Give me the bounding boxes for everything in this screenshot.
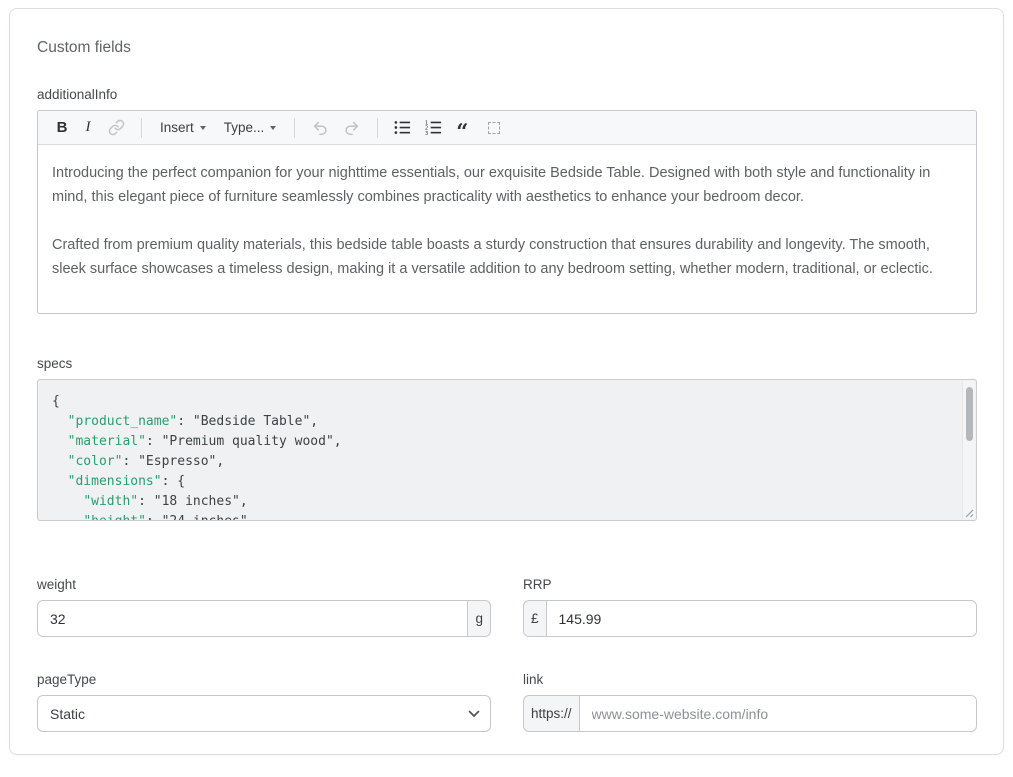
scrollbar-thumb[interactable]: [966, 387, 973, 441]
pageType-select[interactable]: Static: [37, 695, 491, 732]
custom-fields-card: Custom fields additionalInfo B I Insert …: [9, 8, 1004, 755]
additional-info-label: additionalInfo: [37, 87, 977, 102]
rrp-input[interactable]: [546, 600, 977, 637]
weight-unit-addon: g: [467, 600, 491, 637]
blockquote-icon: “: [456, 127, 468, 137]
nonbreaking-space-button[interactable]: [482, 115, 506, 141]
field-additional-info: additionalInfo B I Insert Type...: [37, 87, 977, 314]
undo-button[interactable]: [305, 115, 335, 141]
redo-icon: [343, 119, 361, 137]
rrp-label: RRP: [523, 577, 977, 592]
currency-addon: £: [523, 600, 547, 637]
undo-icon: [311, 119, 329, 137]
toolbar-separator: [294, 118, 295, 138]
field-rrp: RRP £: [523, 577, 977, 637]
insert-dropdown-label: Insert: [160, 120, 194, 135]
editor-paragraph: Crafted from premium quality materials, …: [52, 233, 962, 281]
bold-button[interactable]: B: [50, 115, 74, 141]
specs-textarea[interactable]: { "product_name": "Bedside Table", "mate…: [37, 379, 977, 521]
field-weight: weight g: [37, 577, 491, 637]
weight-input[interactable]: [37, 600, 468, 637]
type-dropdown[interactable]: Type...: [216, 115, 285, 141]
svg-text:3: 3: [425, 131, 428, 136]
specs-code: { "product_name": "Bedside Table", "mate…: [38, 380, 976, 521]
field-link: link https://: [523, 672, 977, 732]
page-type-label: pageType: [37, 672, 491, 687]
link-icon: [108, 119, 125, 136]
link-input[interactable]: [579, 695, 977, 732]
specs-scrollbar[interactable]: [962, 381, 975, 519]
specs-label: specs: [37, 356, 977, 371]
editor-paragraph: Introducing the perfect companion for yo…: [52, 161, 962, 209]
editor-toolbar: B I Insert Type...: [38, 111, 976, 145]
dashed-square-icon: [488, 122, 500, 134]
rich-text-content[interactable]: Introducing the perfect companion for yo…: [38, 145, 976, 313]
rich-text-editor: B I Insert Type...: [37, 110, 977, 314]
italic-button[interactable]: I: [76, 115, 100, 141]
link-button[interactable]: [102, 115, 131, 141]
protocol-addon: https://: [523, 695, 580, 732]
weight-label: weight: [37, 577, 491, 592]
blockquote-button[interactable]: “: [450, 115, 474, 141]
caret-down-icon: [200, 126, 206, 130]
field-specs: specs { "product_name": "Bedside Table",…: [37, 356, 977, 521]
redo-button[interactable]: [337, 115, 367, 141]
link-label: link: [523, 672, 977, 687]
bullet-list-button[interactable]: [388, 115, 417, 141]
toolbar-separator: [377, 118, 378, 138]
page-title: Custom fields: [37, 39, 977, 57]
numbered-list-icon: 123: [425, 119, 442, 136]
numbered-list-button[interactable]: 123: [419, 115, 448, 141]
fields-grid: weight g RRP £ pageType Static link: [37, 577, 977, 732]
type-dropdown-label: Type...: [224, 120, 265, 135]
toolbar-separator: [141, 118, 142, 138]
resize-handle-icon[interactable]: [964, 508, 974, 518]
insert-dropdown[interactable]: Insert: [152, 115, 214, 141]
caret-down-icon: [270, 126, 276, 130]
field-page-type: pageType Static: [37, 672, 491, 732]
bullet-list-icon: [394, 119, 411, 136]
